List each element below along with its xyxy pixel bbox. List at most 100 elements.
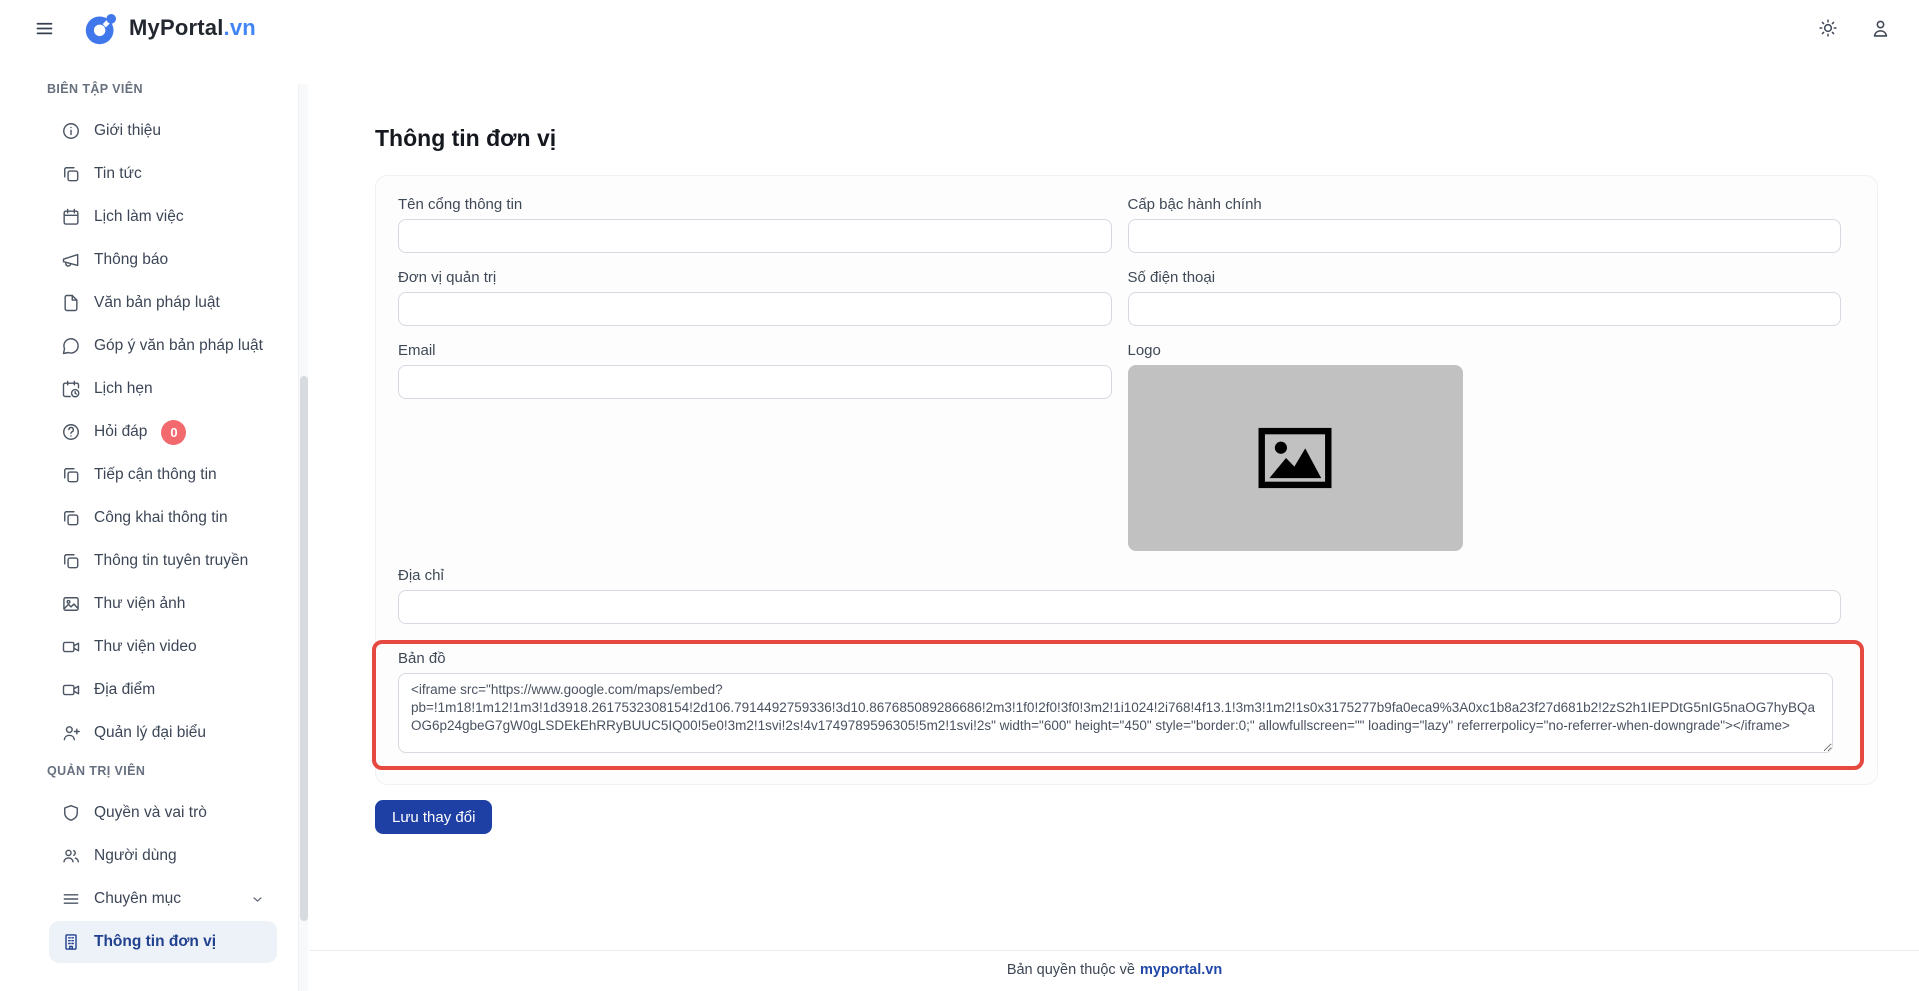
footer: Bản quyền thuộc về myportal.vn xyxy=(310,950,1919,991)
sidebar-item-label: Thông tin tuyên truyền xyxy=(94,552,249,569)
sidebar-item-label: Góp ý văn bản pháp luật xyxy=(94,337,263,354)
portal-name-field-group: Tên cổng thông tin xyxy=(398,196,1112,253)
sidebar-item-label: Địa điểm xyxy=(94,681,156,698)
sidebar-item-label: Thông báo xyxy=(94,251,169,268)
sidebar-item-label: Giới thiệu xyxy=(94,122,162,139)
help-icon xyxy=(61,422,81,442)
portal-name-label: Tên cổng thông tin xyxy=(398,196,523,213)
sidebar-item[interactable]: Góp ý văn bản pháp luật xyxy=(49,325,277,367)
list-icon xyxy=(61,889,81,909)
sidebar-section-label: QUẢN TRỊ VIÊN xyxy=(47,764,146,778)
video-icon xyxy=(61,680,81,700)
video-icon xyxy=(61,637,81,657)
sidebar-item-label: Người dùng xyxy=(94,847,177,864)
managing-unit-label: Đơn vị quản trị xyxy=(398,269,497,286)
sidebar-item-label: Hỏi đáp xyxy=(94,423,148,440)
page-title: Thông tin đơn vị xyxy=(375,125,557,151)
map-field-highlight: Bản đồ xyxy=(372,640,1864,770)
portal-name-input[interactable] xyxy=(398,219,1112,253)
notification-badge: 0 xyxy=(161,419,187,445)
sidebar-item-label: Lịch làm việc xyxy=(94,208,184,225)
sidebar-item[interactable]: Hỏi đáp 0 xyxy=(49,411,277,453)
megaphone-icon xyxy=(61,250,81,270)
sidebar-item[interactable]: Văn bản pháp luật xyxy=(49,282,277,324)
sidebar-nav: BIÊN TẬP VIÊN Giới thiệu Tin tức Lịch làm v… xyxy=(0,56,310,963)
sidebar-item-label: Công khai thông tin xyxy=(94,509,228,526)
unit-info-form: Tên cổng thông tin Cấp bậc hành chính Đơ… xyxy=(372,175,1878,785)
users-icon xyxy=(61,846,81,866)
copy-icon xyxy=(61,551,81,571)
brand-logo[interactable]: MyPortal.vn xyxy=(83,10,256,47)
info-icon xyxy=(61,121,81,141)
managing-unit-field-group: Đơn vị quản trị xyxy=(398,269,1112,326)
address-field-group: Địa chỉ xyxy=(398,567,1841,624)
logo-upload-area[interactable] xyxy=(1127,365,1463,551)
portal-logo-icon xyxy=(83,10,120,47)
sidebar-section-label: BIÊN TẬP VIÊN xyxy=(47,82,143,96)
sidebar: BIÊN TẬP VIÊN Giới thiệu Tin tức Lịch làm v… xyxy=(0,56,310,991)
sidebar-item[interactable]: Thư viện video xyxy=(49,626,277,668)
sidebar-item[interactable]: Tin tức xyxy=(49,153,277,195)
chat-icon xyxy=(61,336,81,356)
copy-icon xyxy=(61,465,81,485)
user-plus-icon xyxy=(61,723,81,743)
map-field-group: Bản đồ xyxy=(398,650,1833,753)
sidebar-item[interactable]: Người dùng xyxy=(49,835,277,877)
app-header: MyPortal.vn xyxy=(0,0,1919,56)
map-embed-textarea[interactable] xyxy=(398,673,1833,753)
footer-portal-link[interactable]: myportal.vn xyxy=(1140,962,1222,978)
image-icon xyxy=(61,594,81,614)
sidebar-item-label: Văn bản pháp luật xyxy=(94,294,220,311)
user-icon[interactable] xyxy=(1868,16,1893,41)
email-field-group: Email xyxy=(398,342,1112,399)
sidebar-item[interactable]: Quản lý đại biểu xyxy=(49,712,277,754)
image-placeholder-icon xyxy=(1254,426,1336,490)
sidebar-item-label: Quyền và vai trò xyxy=(94,804,207,821)
managing-unit-input[interactable] xyxy=(398,292,1112,326)
phone-field-group: Số điện thoại xyxy=(1127,269,1841,326)
sidebar-item[interactable]: Lịch làm việc xyxy=(49,196,277,238)
sidebar-item[interactable]: Thông tin tuyên truyền xyxy=(49,540,277,582)
copy-icon xyxy=(61,164,81,184)
logo-label: Logo xyxy=(1127,342,1161,359)
sidebar-item[interactable]: Địa điểm xyxy=(49,669,277,711)
sidebar-item-label: Tiếp cận thông tin xyxy=(94,466,217,483)
sidebar-item-label: Thông tin đơn vị xyxy=(94,933,217,950)
sidebar-item[interactable]: Giới thiệu xyxy=(49,110,277,152)
chevron-down-icon xyxy=(250,892,265,907)
admin-level-field-group: Cấp bậc hành chính xyxy=(1127,196,1841,253)
phone-label: Số điện thoại xyxy=(1127,269,1216,286)
sidebar-item-label: Tin tức xyxy=(94,165,142,182)
sidebar-item-label: Chuyên mục xyxy=(94,890,182,907)
building-icon xyxy=(61,932,81,952)
email-input[interactable] xyxy=(398,365,1112,399)
save-button[interactable]: Lưu thay đổi xyxy=(375,800,493,834)
map-label: Bản đồ xyxy=(398,650,446,667)
shield-icon xyxy=(61,803,81,823)
sidebar-item[interactable]: Tiếp cận thông tin xyxy=(49,454,277,496)
sidebar-item[interactable]: Thư viện ảnh xyxy=(49,583,277,625)
copy-icon xyxy=(61,508,81,528)
address-label: Địa chỉ xyxy=(398,567,444,584)
sidebar-item[interactable]: Chuyên mục xyxy=(49,878,277,920)
sidebar-item[interactable]: Công khai thông tin xyxy=(49,497,277,539)
sidebar-item[interactable]: Thông tin đơn vị xyxy=(49,921,277,963)
hamburger-menu-icon[interactable] xyxy=(30,14,59,43)
sidebar-item-label: Thư viện video xyxy=(94,638,197,655)
sidebar-item[interactable]: Quyền và vai trò xyxy=(49,792,277,834)
sun-icon[interactable] xyxy=(1816,16,1840,40)
sidebar-item-label: Lịch hẹn xyxy=(94,380,153,397)
phone-input[interactable] xyxy=(1127,292,1841,326)
footer-copyright-text: Bản quyền thuộc về xyxy=(1006,962,1135,978)
sidebar-scrollbar[interactable] xyxy=(300,376,308,921)
sidebar-item[interactable]: Thông báo xyxy=(49,239,277,281)
email-label: Email xyxy=(398,342,436,359)
calendar-clock-icon xyxy=(61,379,81,399)
address-input[interactable] xyxy=(398,590,1841,624)
admin-level-input[interactable] xyxy=(1127,219,1841,253)
calendar-icon xyxy=(61,207,81,227)
main-content: Thông tin đơn vị Tên cổng thông tin Cấp … xyxy=(310,56,1919,991)
sidebar-item-label: Thư viện ảnh xyxy=(94,595,186,612)
sidebar-item[interactable]: Lịch hẹn xyxy=(49,368,277,410)
file-icon xyxy=(61,293,81,313)
